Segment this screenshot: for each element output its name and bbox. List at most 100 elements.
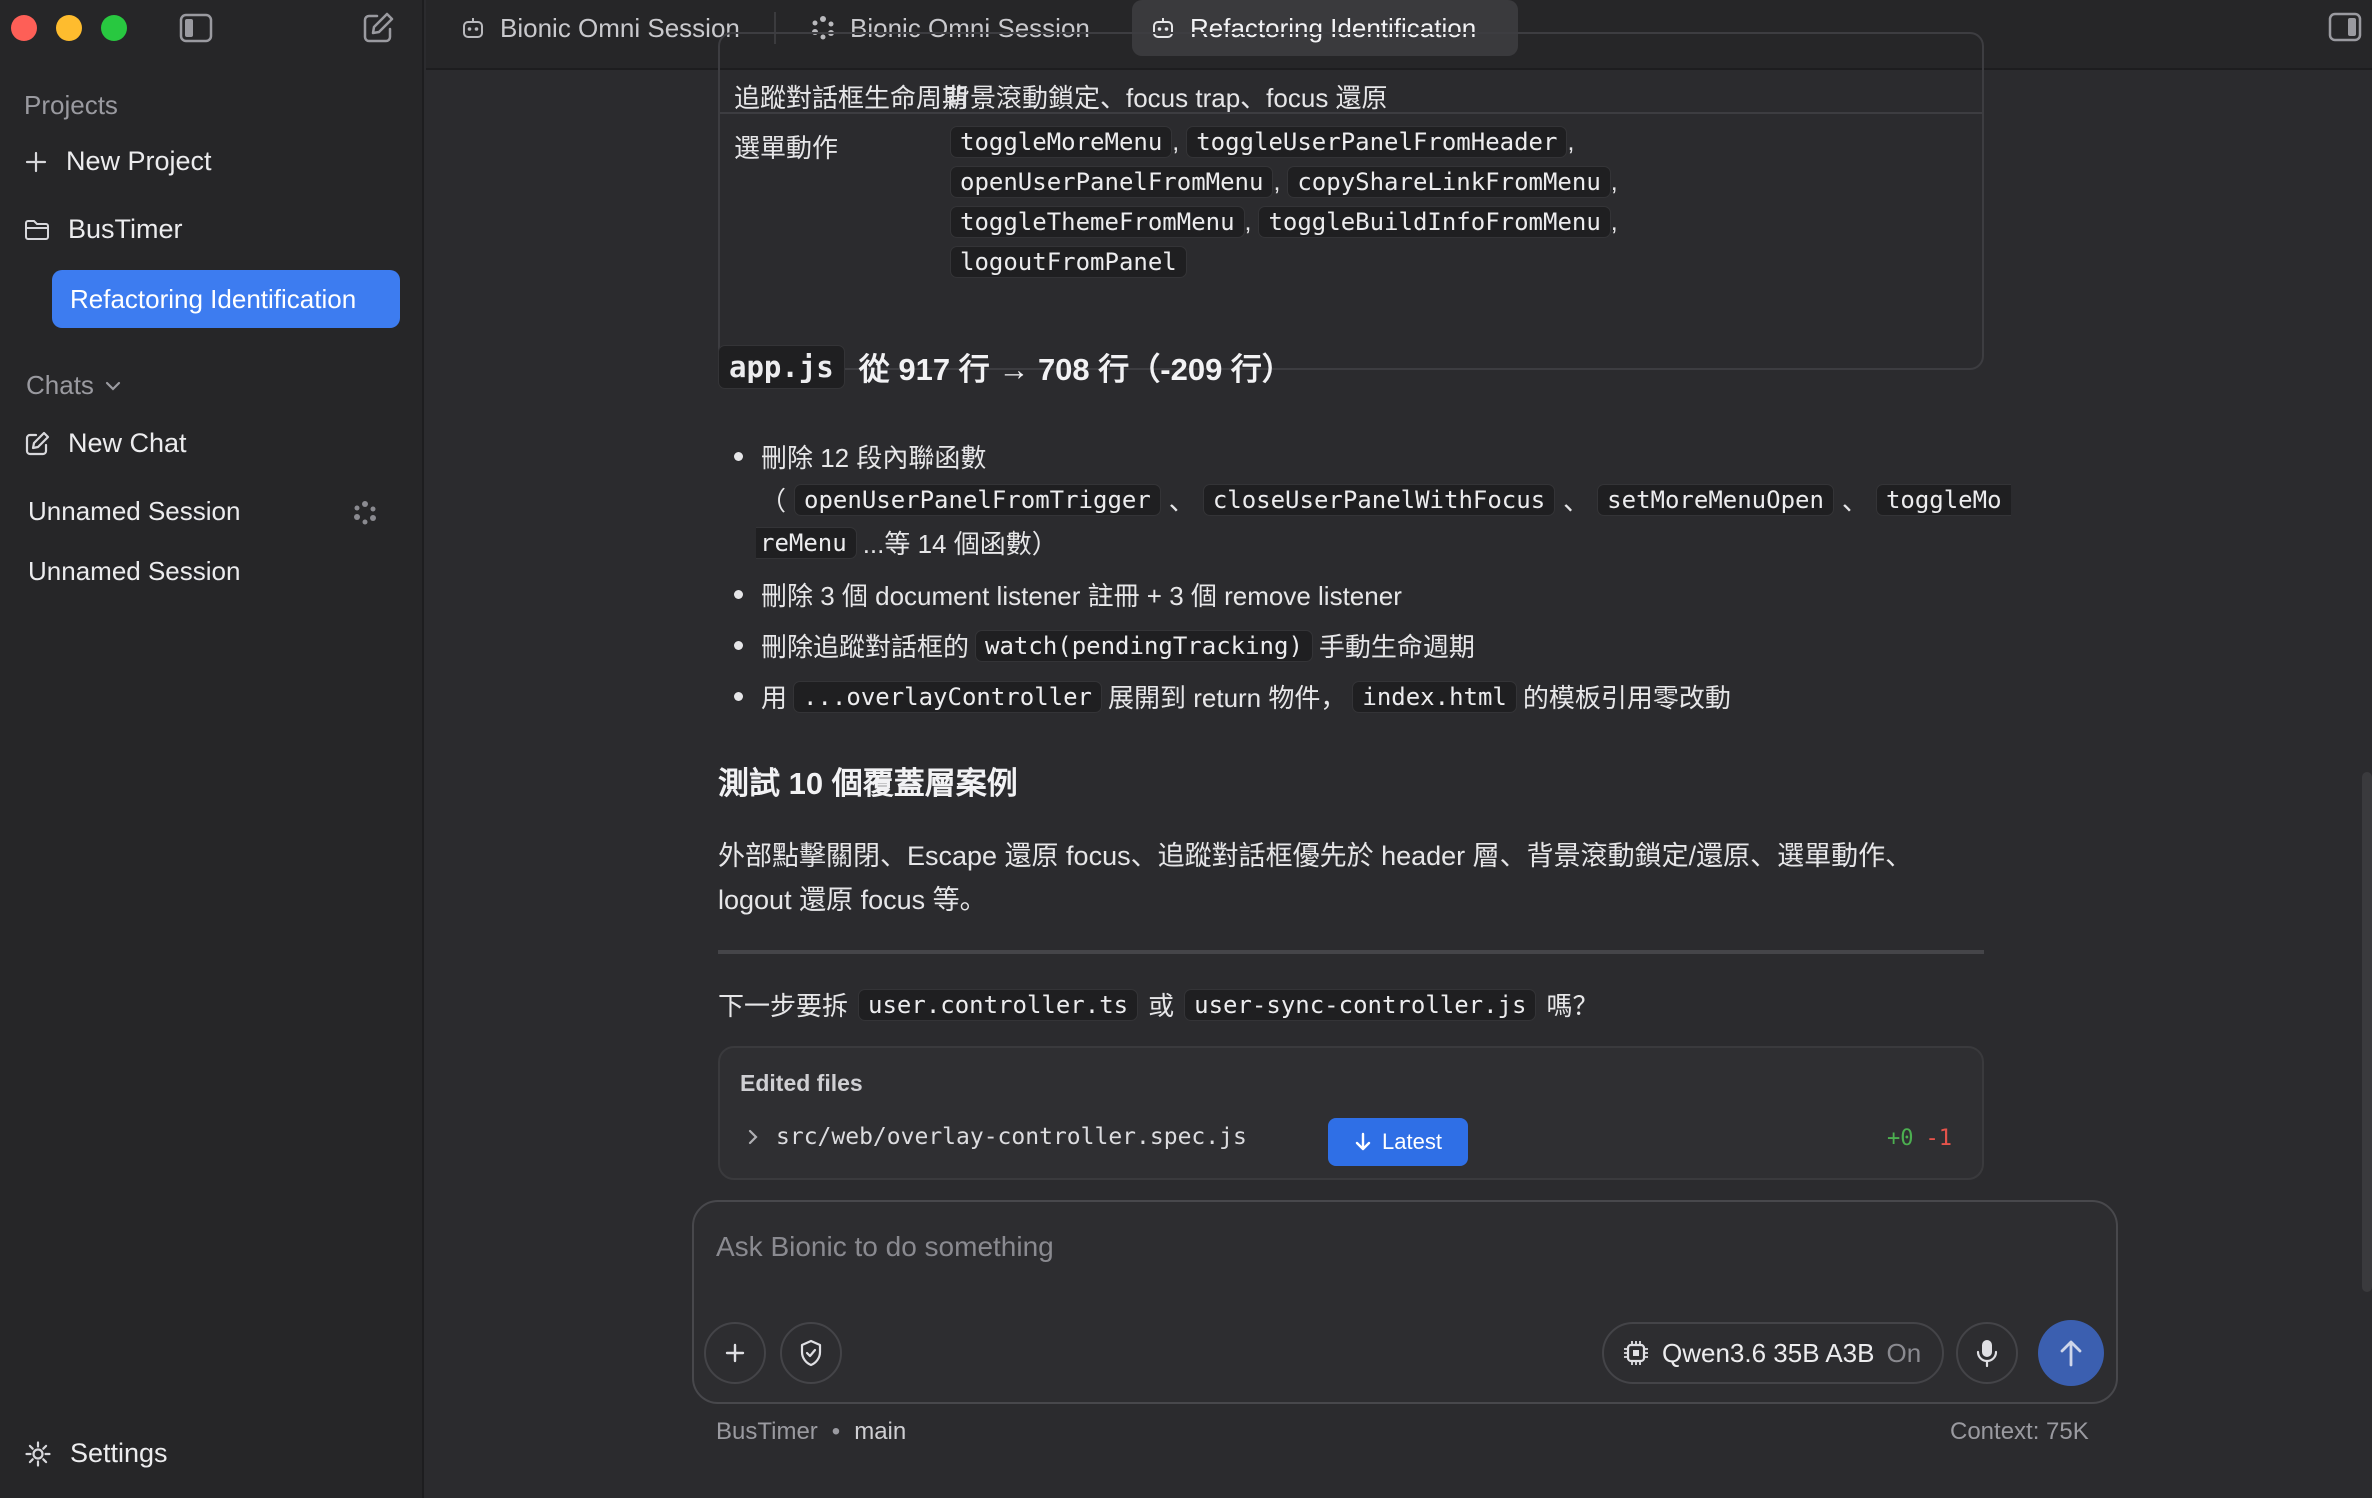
list-item-continuation: reMenu ...等 14 個函數） [756,524,1058,561]
list-item-text: 展開到 return 物件， [1108,683,1347,713]
code-chip: ...overlayController [793,680,1102,713]
summary-table: 追蹤對話框生命周期 背景滾動鎖定、focus trap、focus 還原 選單動… [718,32,1984,370]
settings-label: Settings [70,1438,168,1468]
code-chip: toggleMoreMenu [950,126,1173,158]
folder-icon [25,219,49,240]
cpu-icon [1624,1341,1648,1365]
arrow-up-icon [2060,1340,2082,1367]
chat-item-label: Unnamed Session [28,496,241,526]
model-state: On [1886,1337,1922,1368]
code-chip: toggleThemeFromMenu [950,206,1245,238]
edited-file-path: src/web/overlay-controller.spec.js [776,1124,1247,1150]
code-chip: user.controller.ts [858,988,1139,1021]
scrollbar-thumb[interactable] [2362,772,2372,1292]
separator: , [1610,208,1618,236]
code-chip: index.html [1352,680,1517,713]
code-chip: openUserPanelFromTrigger [794,483,1161,516]
list-item-continuation: （ openUserPanelFromTrigger 、 closeUserPa… [760,481,2011,518]
list-item: 刪除 3 個 document listener 註冊 + 3 個 remove… [734,576,1402,613]
list-item-text: 刪除 12 段內聯函數 [761,443,987,473]
new-project-button[interactable]: New Project [24,146,212,177]
chats-section-toggle[interactable]: Chats [26,370,122,401]
table-row-divider [720,112,1982,114]
gear-icon [25,1440,51,1467]
bullet-dot [734,641,743,650]
minimize-window-button[interactable] [56,15,82,41]
settings-button[interactable]: Settings [24,1438,168,1469]
table-cell-code-line: logoutFromPanel [950,246,1187,278]
chat-item[interactable]: Unnamed Session [28,496,240,527]
chat-transcript: 追蹤對話框生命周期 背景滾動鎖定、focus trap、focus 還原 選單動… [426,32,2372,1498]
lines-removed: -1 [1925,1126,1953,1151]
list-item-text: 用 [761,683,788,713]
footer-branch[interactable]: main [854,1418,906,1446]
sparkle-icon [354,501,376,525]
close-window-button[interactable] [11,15,37,41]
chats-label: Chats [26,370,94,400]
add-attachment-button[interactable] [704,1322,766,1384]
send-button[interactable] [2038,1320,2104,1386]
footer-project: BusTimer [716,1418,818,1445]
latest-label: Latest [1382,1129,1442,1154]
chat-item[interactable]: Unnamed Session [28,556,240,587]
section-heading-app-js: app.js 從 917 行 → 708 行（-209 行） [718,344,1293,389]
project-item-bustimer[interactable]: BusTimer [24,214,183,245]
code-chip: logoutFromPanel [950,246,1187,278]
compose-icon[interactable] [358,10,398,46]
table-cell-code-line: toggleMoreMenu, toggleUserPanelFromHeade… [950,126,1574,158]
tab-label: Bionic Omni Session [500,12,740,43]
edited-files-panel: Edited files src/web/overlay-controller.… [718,1046,1984,1180]
code-chip: toggleUserPanelFromHeader [1186,126,1568,158]
robot-icon [463,18,483,38]
model-selector[interactable]: Qwen3.6 35B A3B On [1602,1322,1944,1384]
tab-bionic-omni-session-1[interactable]: Bionic Omni Session [442,0,758,56]
list-item: 刪除 12 段內聯函數 [734,438,986,475]
toggle-sidebar-icon[interactable] [176,10,216,46]
separator: , [1244,208,1252,236]
code-chip: setMoreMenuOpen [1597,483,1834,516]
code-chip: copyShareLinkFromMenu [1287,166,1611,198]
heading-text: 測試 10 個覆蓋層案例 [718,766,1018,801]
sidebar: Projects New Project BusTimer Refactorin… [0,0,424,1498]
context-usage: Context: 75K [1950,1418,2089,1445]
list-item-text: 刪除 3 個 document listener 註冊 + 3 個 remove… [761,581,1402,611]
zoom-window-button[interactable] [101,15,127,41]
edited-files-title: Edited files [740,1070,863,1096]
code-chip: reMenu [756,526,857,559]
message-input[interactable] [716,1222,2016,1272]
new-chat-button[interactable]: New Chat [24,428,187,459]
voice-input-button[interactable] [1956,1322,2018,1384]
heading-text: 從 917 行 → 708 行（-209 行） [858,352,1293,387]
compose-icon [25,431,50,455]
toggle-right-panel-icon[interactable] [2328,12,2362,47]
paren: （ [760,486,787,516]
separator: , [1610,168,1618,196]
code-chip: watch(pendingTracking) [975,629,1313,662]
code-chip: user-sync-controller.js [1184,988,1537,1021]
table-cell-code-line: openUserPanelFromMenu, copyShareLinkFrom… [950,166,1618,198]
chevron-right-icon [748,1129,758,1145]
list-item-text: 刪除追蹤對話框的 [761,632,970,662]
list-item-text: 的模板引用零改動 [1522,683,1731,713]
table-cell-key: 選單動作 [734,133,839,163]
separator: 、 [1168,486,1195,516]
table-cell-code-line: toggleThemeFromMenu, toggleBuildInfoFrom… [950,206,1618,238]
diff-stats: +0 -1 [1887,1126,1952,1151]
code-chip: closeUserPanelWithFocus [1202,483,1556,516]
latest-button[interactable]: Latest [1328,1118,1468,1166]
code-chip: openUserPanelFromMenu [950,166,1274,198]
session-item-refactoring-identification[interactable]: Refactoring Identification [52,270,400,328]
separator: , [1273,168,1281,196]
chat-item-label: Unnamed Session [28,556,241,586]
footer-separator: • [831,1418,841,1445]
permissions-button[interactable] [780,1322,842,1384]
new-chat-label: New Chat [68,428,187,458]
lines-added: +0 [1887,1126,1914,1151]
paragraph-line: logout 還原 focus 等。 [718,885,987,915]
bullet-dot [734,590,743,599]
list-item: 用 ...overlayController 展開到 return 物件， in… [734,678,1731,715]
workspace-status: BusTimer • main [716,1418,906,1446]
list-item-text: 手動生命週期 [1318,632,1475,662]
list-item-text: ...等 14 個函數） [862,529,1058,559]
edited-file-row[interactable]: src/web/overlay-controller.spec.js [746,1124,1247,1150]
